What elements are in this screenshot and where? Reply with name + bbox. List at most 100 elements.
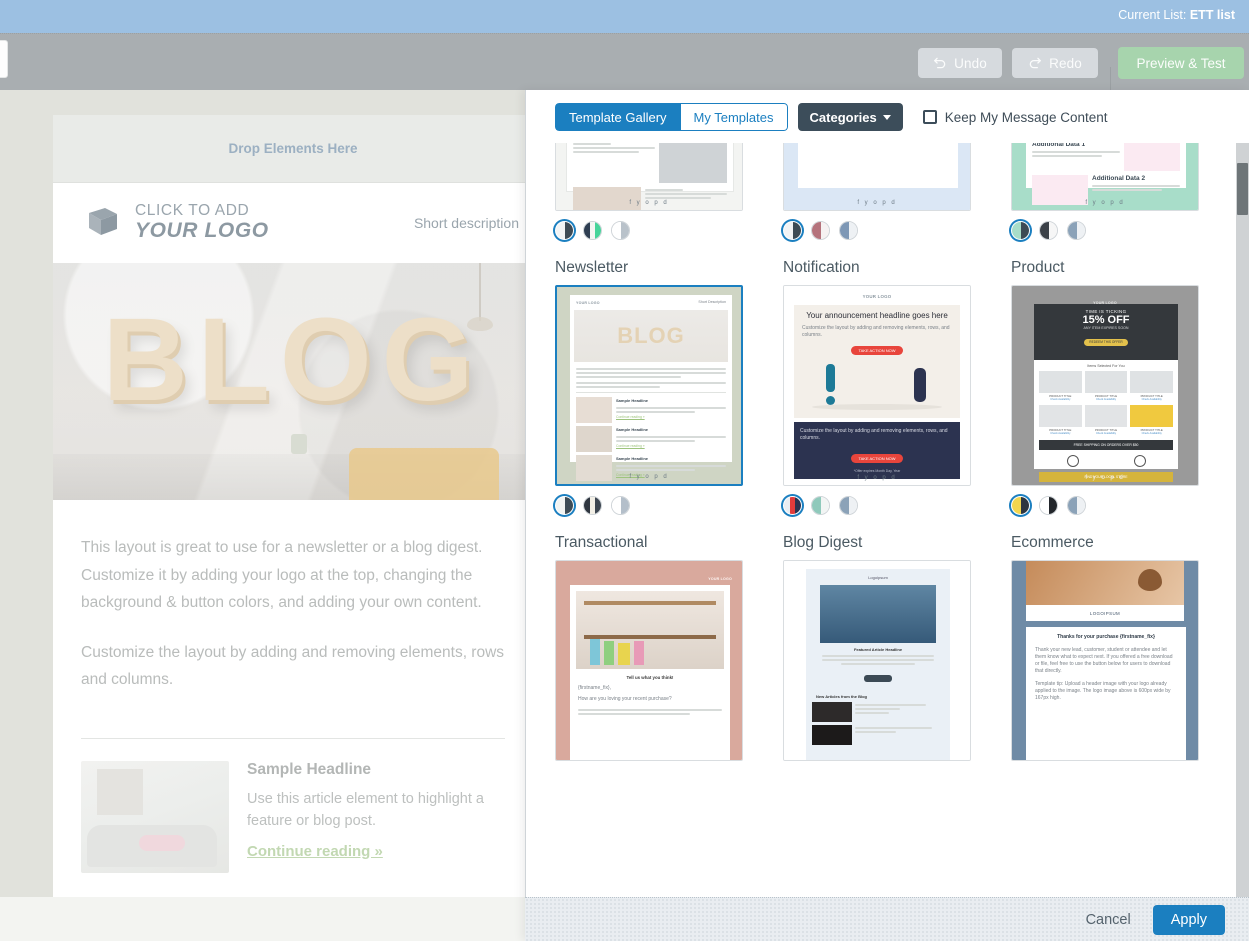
- article-headline: Sample Headline: [247, 760, 372, 778]
- color-swatch[interactable]: [783, 496, 802, 515]
- article-copy: Sample Headline Use this article element…: [247, 761, 505, 861]
- color-swatch[interactable]: [1039, 496, 1058, 515]
- article-body: Use this article element to highlight a …: [247, 790, 484, 829]
- template-preview-image: f y o p d: [556, 143, 742, 210]
- keep-my-message-content-checkbox[interactable]: Keep My Message Content: [922, 103, 1108, 131]
- color-swatch[interactable]: [555, 221, 574, 240]
- template-preview-card-transactional[interactable]: YOUR LOGO Tell us what you think! {first…: [555, 560, 743, 761]
- color-swatch[interactable]: [1067, 496, 1086, 515]
- tab-my-templates[interactable]: My Templates: [680, 103, 788, 131]
- redo-button[interactable]: Redo: [1012, 48, 1098, 78]
- color-swatch[interactable]: [611, 496, 630, 515]
- mini-logo-text: YOUR LOGO: [708, 577, 732, 581]
- template-tile-notification: Notification YOUR LOGO Your announcement…: [783, 246, 971, 519]
- email-document: Drop Elements Here CLICK TO ADD YOUR LOG…: [53, 115, 533, 899]
- mini-logo-text: YOUR LOGO: [576, 300, 600, 305]
- short-description-text[interactable]: Short description: [414, 215, 519, 231]
- current-list-indicator: Current List: ETT list: [1118, 8, 1235, 22]
- template-tile-ecommerce: Ecommerce LOGOIPSUM Thanks for your purc…: [1011, 521, 1199, 761]
- hero-couch: [349, 448, 499, 500]
- mini-extra-1: Additional Data 1: [1032, 143, 1086, 148]
- body-paragraph-1: This layout is great to use for a newsle…: [81, 539, 483, 611]
- color-swatch[interactable]: [583, 496, 602, 515]
- mini-blog-section: New Articles from the Blog: [816, 694, 867, 699]
- mini-article-headline: Sample Headline: [616, 456, 649, 461]
- template-tile-label: Product: [1011, 259, 1065, 276]
- logo-line-1: CLICK TO ADD: [135, 202, 250, 220]
- color-swatch-group: [1011, 221, 1199, 240]
- color-swatch[interactable]: [783, 221, 802, 240]
- template-preview-image: Hi {firstname_fix}, Nice to meet you! Na…: [784, 143, 970, 210]
- color-swatch[interactable]: [555, 496, 574, 515]
- color-swatch[interactable]: [1011, 221, 1030, 240]
- email-hero-image[interactable]: BLOG: [53, 263, 533, 500]
- email-logo-row[interactable]: CLICK TO ADD YOUR LOGO Short description: [53, 183, 533, 263]
- email-body-text[interactable]: This layout is great to use for a newsle…: [53, 500, 533, 724]
- template-preview-image: Logoipsum Featured Article Headline New …: [784, 561, 970, 760]
- color-swatch[interactable]: [839, 221, 858, 240]
- color-swatch-group: [783, 496, 971, 515]
- canvas-bottom-strip: [0, 897, 525, 941]
- keep-my-message-content-label: Keep My Message Content: [944, 109, 1108, 125]
- color-swatch[interactable]: [611, 221, 630, 240]
- hero-blog-letters: BLOG: [102, 294, 484, 426]
- preview-and-test-button[interactable]: Preview & Test: [1118, 47, 1244, 79]
- template-preview-card[interactable]: f y o p d: [555, 143, 743, 211]
- color-swatch[interactable]: [583, 221, 602, 240]
- categories-dropdown-button[interactable]: Categories: [797, 103, 903, 131]
- drop-elements-zone[interactable]: Drop Elements Here: [53, 115, 533, 183]
- template-preview-card[interactable]: September 27-30, 2020 Pier 39, San Franc…: [1011, 143, 1199, 211]
- editor-toolbar: Undo Redo Preview & Test: [0, 33, 1249, 124]
- template-tile-transactional: Transactional YOUR LOGO Tell us what you…: [555, 521, 743, 761]
- color-swatch[interactable]: [1067, 221, 1086, 240]
- mini-sheet: YOUR LOGO Short Description BLOG Sample …: [570, 295, 732, 481]
- logo-placeholder-icon: [83, 203, 123, 243]
- thumbnail-shelf: [97, 768, 143, 815]
- cancel-button[interactable]: Cancel: [1080, 906, 1137, 934]
- color-swatch-group: [555, 221, 743, 240]
- email-article-element[interactable]: Sample Headline Use this article element…: [53, 739, 533, 899]
- mini-sheet: Hi {firstname_fix}, Nice to meet you! Na…: [798, 143, 958, 188]
- template-preview-image: YOUR LOGO Tell us what you think! {first…: [556, 561, 742, 760]
- mini-blog-headline: Featured Article Headline: [853, 647, 903, 652]
- article-continue-reading-link[interactable]: Continue reading »: [247, 843, 383, 860]
- mini-announcement-sub: Customize the layout by adding and remov…: [802, 325, 950, 338]
- undo-button[interactable]: Undo: [918, 48, 1002, 78]
- thumbnail-figure: [139, 834, 185, 851]
- template-preview-card-notification[interactable]: YOUR LOGO Your announcement headline goe…: [783, 285, 971, 486]
- toolbar-left-handle[interactable]: [0, 40, 8, 78]
- body-paragraph-2: Customize the layout by adding and remov…: [81, 643, 505, 689]
- color-swatch[interactable]: [1039, 221, 1058, 240]
- color-swatch[interactable]: [1011, 496, 1030, 515]
- mini-logo-text: YOUR LOGO: [862, 294, 892, 299]
- template-grid-scroll-area[interactable]: f y o p d Hi {firstname_fix},: [526, 143, 1249, 941]
- mini-product-link: Check Availability: [1141, 398, 1162, 401]
- gallery-tab-group: Template Gallery My Templates: [555, 103, 788, 131]
- mini-product-link: Check Availability: [1095, 398, 1117, 401]
- checkbox-box-icon: [922, 110, 937, 124]
- mini-social-icons: f y o p d: [1085, 200, 1125, 206]
- template-preview-card-product[interactable]: YOUR LOGO TIME IS TICKING 15% OFF ANY IT…: [1011, 285, 1199, 486]
- color-swatch[interactable]: [811, 496, 830, 515]
- mini-social-icons: f y o p d: [857, 475, 897, 481]
- mini-promo-big: 15% OFF: [1082, 314, 1130, 326]
- apply-button[interactable]: Apply: [1152, 904, 1225, 935]
- logo-placeholder-text: CLICK TO ADD YOUR LOGO: [135, 203, 269, 242]
- color-swatch[interactable]: [839, 496, 858, 515]
- gallery-scrollbar-track[interactable]: [1236, 143, 1249, 941]
- drop-zone-label: Drop Elements Here: [228, 141, 358, 156]
- app-root: Current List: ETT list Undo Redo Preview…: [0, 0, 1249, 941]
- color-swatch[interactable]: [811, 221, 830, 240]
- tab-template-gallery[interactable]: Template Gallery: [555, 103, 681, 131]
- template-preview-card[interactable]: Hi {firstname_fix}, Nice to meet you! Na…: [783, 143, 971, 211]
- current-list-label: Current List:: [1118, 8, 1187, 22]
- template-tile-blogdigest: Blog Digest Logoipsum Featured Article H…: [783, 521, 971, 761]
- template-preview-card-newsletter[interactable]: YOUR LOGO Short Description BLOG Sample …: [555, 285, 743, 486]
- mini-sheet: [566, 143, 734, 210]
- template-preview-card-blogdigest[interactable]: Logoipsum Featured Article Headline New …: [783, 560, 971, 761]
- undo-icon: [933, 56, 947, 70]
- template-preview-card-ecommerce[interactable]: LOGOIPSUM Thanks for your purchase {firs…: [1011, 560, 1199, 761]
- gallery-scrollbar-thumb[interactable]: [1237, 163, 1248, 215]
- color-swatch-group: [1011, 496, 1199, 515]
- top-status-bar: Current List: ETT list: [0, 0, 1249, 33]
